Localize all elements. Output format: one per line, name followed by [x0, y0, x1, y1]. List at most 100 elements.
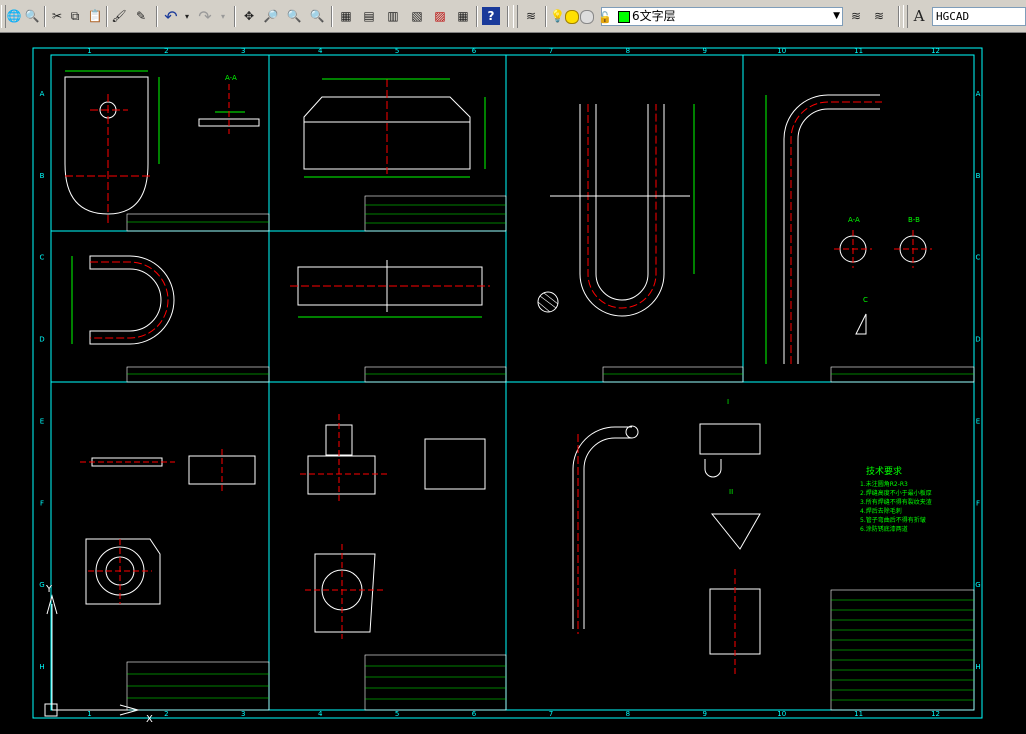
flange-assembly	[80, 449, 256, 605]
design-center-icon[interactable]: ▤	[360, 7, 378, 25]
grid-column-label: 12	[931, 710, 940, 718]
text-style-name: HGCAD	[936, 10, 970, 23]
cut-icon[interactable]: ✂	[48, 7, 66, 25]
quick-calc-icon[interactable]: ▦	[454, 7, 472, 25]
sun-thaw-icon	[565, 10, 579, 24]
tech-note-line: 5.管子弯曲后不得有折皱	[860, 516, 926, 524]
grid-row-label: A	[40, 90, 45, 98]
grid-row-label: E	[40, 417, 44, 425]
tech-note-line: 6.涂防锈底漆两道	[860, 525, 908, 533]
grid-row-label: B	[976, 172, 981, 180]
grid-column-label: 9	[703, 710, 707, 718]
publish-icon[interactable]: 🌐	[5, 7, 23, 25]
undo-dropdown-icon[interactable]: ▾	[178, 7, 196, 25]
toolbar-grip[interactable]	[513, 5, 518, 28]
tool-palettes-icon[interactable]: ▥	[384, 7, 402, 25]
assembly-view	[572, 423, 761, 674]
title-blocks	[126, 195, 975, 711]
make-object-layer-current-icon[interactable]: ≋	[847, 7, 865, 25]
hopper-part	[303, 78, 486, 178]
ucs-x-label: X	[146, 714, 153, 725]
markup-icon[interactable]: ▨	[431, 7, 449, 25]
text-style-icon[interactable]: A	[910, 7, 928, 25]
grid-row-label: C	[976, 254, 981, 262]
block-editor-icon[interactable]: ✎	[132, 7, 150, 25]
grid-column-label: 2	[164, 710, 168, 718]
grid-column-label: 5	[395, 47, 399, 55]
grid-column-label: 12	[931, 47, 940, 55]
section-a-detail	[198, 84, 260, 134]
grid-row-label: G	[975, 581, 980, 589]
grid-column-label: 9	[703, 47, 707, 55]
zoom-realtime-icon[interactable]: 🔎	[262, 7, 280, 25]
grid-column-label: 1	[87, 710, 91, 718]
grid-row-label: D	[39, 336, 44, 344]
properties-icon[interactable]: ▦	[337, 7, 355, 25]
lock-open-icon: 🔓	[598, 11, 612, 24]
grid-column-label: 6	[472, 47, 477, 55]
drawing-canvas[interactable]: 1 1 2 2 3 3 4 4 5 5 6 6 7 7 8 8 9 9 10 10 11 11 12 12 AABBCCDDE…	[0, 34, 1026, 734]
copy-icon[interactable]: ⧉	[66, 7, 84, 25]
drawing-frame	[32, 47, 983, 719]
redo-dropdown-icon[interactable]: ▾	[214, 7, 232, 25]
zoom-previous-icon[interactable]: 🔍	[308, 7, 326, 25]
tech-notes: 1.未注圆角R2-R32.焊缝高度不小于最小板厚3.所有焊缝不得有裂纹夹渣4.焊…	[860, 480, 932, 533]
text-style-dropdown[interactable]: HGCAD	[932, 7, 1026, 26]
grid-column-label: 10	[777, 47, 786, 55]
grid-column-label: 11	[854, 47, 863, 55]
pan-icon[interactable]: ✥	[240, 7, 258, 25]
grid-row-label: G	[39, 581, 44, 589]
u-pipe-part	[537, 104, 695, 317]
layer-properties-icon[interactable]: ≋	[522, 7, 540, 25]
grid-column-label: 4	[318, 710, 323, 718]
cad-drawing[interactable]: 112233445566778899101011111212 A AB BC CD DE…	[0, 34, 1026, 734]
ucs-icon: Y X	[44, 584, 153, 725]
plot-icon[interactable]: 🔍	[23, 7, 41, 25]
tech-note-line: 4.焊后去除毛刺	[860, 507, 902, 515]
match-properties-icon[interactable]: 🖌	[110, 7, 128, 25]
zoom-window-icon[interactable]: 🔍	[285, 7, 303, 25]
section-ii-label: II	[729, 488, 733, 496]
layer-name: 6文字层	[632, 9, 676, 23]
chevron-down-icon: ▼	[833, 11, 840, 21]
u-bend-part	[71, 255, 175, 345]
grid-column-label: 3	[241, 710, 245, 718]
section-b-label: B-B	[908, 216, 920, 224]
section-i-label: I	[727, 398, 729, 406]
grid-column-label: 4	[318, 47, 323, 55]
grid-row-label: B	[40, 172, 45, 180]
tech-note-line: 1.未注圆角R2-R3	[860, 480, 908, 488]
viewport-freeze-icon	[580, 10, 594, 24]
tech-note-line: 2.焊缝高度不小于最小板厚	[860, 489, 932, 497]
ucs-y-label: Y	[45, 584, 53, 595]
grid-row-label: F	[40, 499, 44, 507]
grid-row-label: E	[976, 417, 980, 425]
section-c-label: C	[863, 296, 868, 304]
grid-column-label: 3	[241, 47, 245, 55]
pipe-part	[290, 260, 490, 318]
layer-previous-icon[interactable]: ≋	[870, 7, 888, 25]
layer-dropdown[interactable]: 💡 🔓 6文字层 ▼	[550, 7, 843, 26]
section-a-label-2: A-A	[848, 216, 860, 224]
paste-icon[interactable]: 📋	[86, 7, 104, 25]
title-block-rows	[127, 204, 974, 701]
sheet-set-icon[interactable]: ▧	[408, 7, 426, 25]
tech-notes-title: 技术要求	[866, 465, 902, 477]
grid-column-label: 1	[87, 47, 91, 55]
toolbar-grip[interactable]	[903, 5, 908, 28]
grid-column-label: 8	[626, 710, 630, 718]
grid-column-label: 8	[626, 47, 630, 55]
redo-icon[interactable]: ↷	[196, 7, 214, 26]
plate-part	[64, 70, 160, 224]
grid-column-label: 10	[777, 710, 786, 718]
help-icon[interactable]: ?	[482, 7, 500, 25]
grid-column-label: 2	[164, 47, 168, 55]
grid-column-label: 6	[472, 710, 477, 718]
section-a-label: A-A	[225, 74, 237, 82]
tech-note-line: 3.所有焊缝不得有裂纹夹渣	[860, 498, 932, 506]
grid-column-label: 11	[854, 710, 863, 718]
grid-column-label: 5	[395, 710, 399, 718]
grid-row-label: H	[975, 663, 980, 671]
bulb-on-icon: 💡	[550, 9, 565, 23]
j-pipe-part	[765, 94, 932, 364]
